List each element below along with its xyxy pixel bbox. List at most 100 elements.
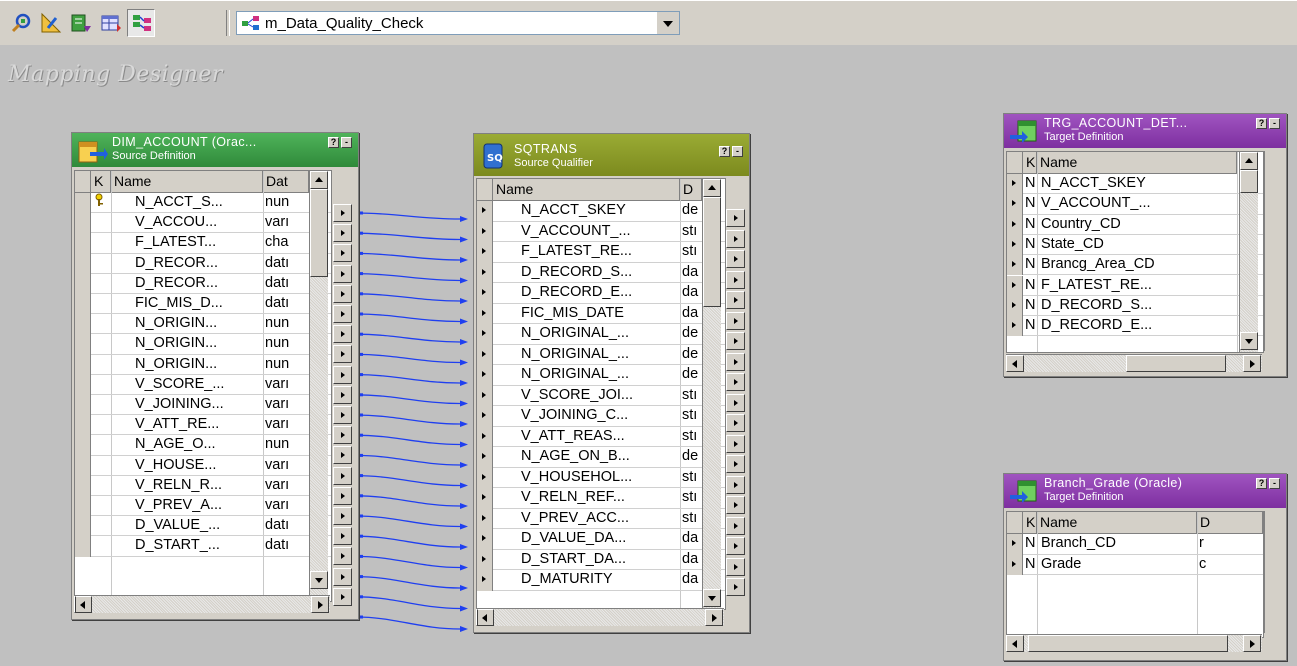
scroll-thumb[interactable] — [1126, 355, 1226, 372]
row-selector[interactable] — [477, 365, 493, 386]
column-header-k[interactable]: K — [91, 171, 111, 193]
table-row[interactable]: N_ORIGINAL_... de — [477, 324, 725, 345]
row-selector[interactable] — [477, 529, 493, 550]
target-branch-table[interactable]: Branch_Grade (Oracle) Target Definition … — [1003, 473, 1287, 661]
row-selector[interactable] — [75, 395, 91, 416]
link-line[interactable] — [355, 555, 461, 569]
table-row[interactable]: D_START_DA... da — [477, 549, 725, 570]
port-arrow-icon[interactable] — [726, 578, 745, 596]
port-arrow-icon[interactable] — [726, 373, 745, 391]
vertical-scrollbar[interactable] — [702, 179, 721, 609]
source-definition-table[interactable]: DIM_ACCOUNT (Orac... Source Definition ?… — [71, 132, 359, 620]
row-selector[interactable] — [1007, 214, 1023, 235]
column-header-type[interactable]: D — [1197, 512, 1263, 534]
table-row[interactable]: V_HOUSE... varı — [75, 455, 331, 476]
column-header-type[interactable]: D — [680, 179, 702, 201]
link-line[interactable] — [355, 596, 461, 610]
target-designer-icon[interactable] — [40, 12, 62, 34]
table-row[interactable]: N Grade c — [1007, 554, 1263, 575]
link-line[interactable] — [355, 454, 461, 466]
row-selector[interactable] — [477, 467, 493, 488]
row-selector[interactable] — [477, 549, 493, 570]
table-row[interactable]: V_ACCOU... varı — [75, 213, 331, 234]
port-arrow-icon[interactable] — [333, 446, 352, 465]
port-arrow-icon[interactable] — [333, 365, 352, 384]
port-arrow-icon[interactable] — [333, 305, 352, 323]
row-selector[interactable] — [75, 435, 91, 456]
port-arrow-icon[interactable] — [333, 204, 352, 222]
link-line[interactable] — [355, 394, 461, 405]
row-selector[interactable] — [477, 406, 493, 427]
row-selector[interactable] — [1007, 534, 1023, 555]
port-arrow-icon[interactable] — [726, 209, 745, 227]
column-header-k[interactable]: K — [1023, 512, 1037, 534]
port-arrow-icon[interactable] — [333, 224, 352, 243]
help-button[interactable]: ? — [328, 137, 339, 148]
row-selector[interactable] — [75, 354, 91, 375]
table-row[interactable]: N_AGE_ON_B... de — [477, 447, 725, 468]
column-header-k[interactable]: K — [1023, 152, 1037, 174]
port-arrow-icon[interactable] — [333, 325, 352, 344]
table-row[interactable]: N D_RECORD_E... — [1007, 316, 1263, 337]
scroll-right-arrow-icon[interactable] — [705, 609, 723, 626]
scroll-up-arrow-icon[interactable] — [310, 171, 328, 189]
table-row[interactable]: V_PREV_ACC... stı — [477, 508, 725, 529]
port-arrow-icon[interactable] — [333, 385, 352, 404]
row-selector[interactable] — [75, 536, 91, 557]
row-selector[interactable] — [75, 193, 91, 214]
row-selector[interactable] — [75, 374, 91, 395]
mapping-designer-button[interactable] — [127, 9, 155, 37]
minimize-button[interactable]: - — [732, 146, 743, 157]
table-row[interactable]: D_VALUE_... datı — [75, 516, 331, 537]
row-selector[interactable] — [1007, 316, 1023, 337]
scroll-thumb[interactable] — [310, 189, 328, 277]
link-line[interactable] — [355, 212, 461, 220]
port-arrow-icon[interactable] — [726, 332, 745, 350]
row-selector[interactable] — [1007, 275, 1023, 296]
source-analyzer-icon[interactable] — [10, 12, 32, 34]
scroll-thumb[interactable] — [1028, 635, 1228, 652]
port-arrow-icon[interactable] — [333, 406, 352, 424]
table-row[interactable]: N N_ACCT_SKEY — [1007, 174, 1263, 195]
horizontal-scrollbar[interactable] — [476, 608, 724, 626]
transformation-developer-icon[interactable] — [70, 12, 92, 34]
table-row[interactable]: N_ACCT_SKEY de — [477, 201, 725, 222]
port-arrow-icon[interactable] — [726, 475, 745, 494]
table-row[interactable]: N_ORIGIN... nun — [75, 314, 331, 335]
table-row[interactable]: V_JOINING... varı — [75, 395, 331, 416]
scroll-right-arrow-icon[interactable] — [1243, 355, 1261, 372]
row-selector[interactable] — [75, 455, 91, 476]
table-row[interactable]: N_ACCT_S... nun — [75, 193, 331, 214]
link-line[interactable] — [355, 474, 461, 487]
vertical-scrollbar[interactable] — [309, 171, 328, 601]
row-selector[interactable] — [477, 426, 493, 447]
table-row[interactable]: N_ORIGIN... nun — [75, 354, 331, 375]
table-row[interactable]: N State_CD — [1007, 234, 1263, 256]
table-row[interactable]: D_RECOR... datı — [75, 273, 331, 294]
port-arrow-icon[interactable] — [333, 486, 352, 505]
help-button[interactable]: ? — [719, 146, 730, 157]
scroll-down-arrow-icon[interactable] — [703, 589, 721, 607]
port-arrow-icon[interactable] — [726, 250, 745, 268]
port-arrow-icon[interactable] — [726, 352, 745, 371]
link-line[interactable] — [355, 252, 461, 261]
vertical-scrollbar[interactable] — [1239, 152, 1258, 352]
row-selector[interactable] — [1007, 234, 1023, 256]
table-row[interactable]: FIC_MIS_D... datı — [75, 294, 331, 315]
table-row[interactable]: FIC_MIS_DATE da — [477, 303, 725, 324]
table-row[interactable]: V_PREV_A... varı — [75, 496, 331, 517]
table-row[interactable]: N_AGE_O... nun — [75, 435, 331, 456]
row-selector[interactable] — [477, 303, 493, 324]
column-header-name[interactable]: Name — [1037, 512, 1197, 534]
row-selector[interactable] — [75, 213, 91, 234]
horizontal-scrollbar[interactable] — [1006, 354, 1262, 372]
mapplet-designer-icon[interactable] — [100, 12, 122, 34]
table-row[interactable]: D_VALUE_DA... da — [477, 529, 725, 550]
column-header-name[interactable]: Name — [1037, 152, 1237, 174]
table-row[interactable]: N Branch_CD r — [1007, 534, 1263, 555]
sq-table-header[interactable]: SQ SQTRANS Source Qualifier ? - — [474, 134, 749, 176]
table-row[interactable]: V_RELN_R... varı — [75, 475, 331, 496]
port-arrow-icon[interactable] — [726, 434, 745, 453]
scroll-thumb[interactable] — [703, 197, 721, 307]
scroll-thumb[interactable] — [476, 609, 478, 626]
